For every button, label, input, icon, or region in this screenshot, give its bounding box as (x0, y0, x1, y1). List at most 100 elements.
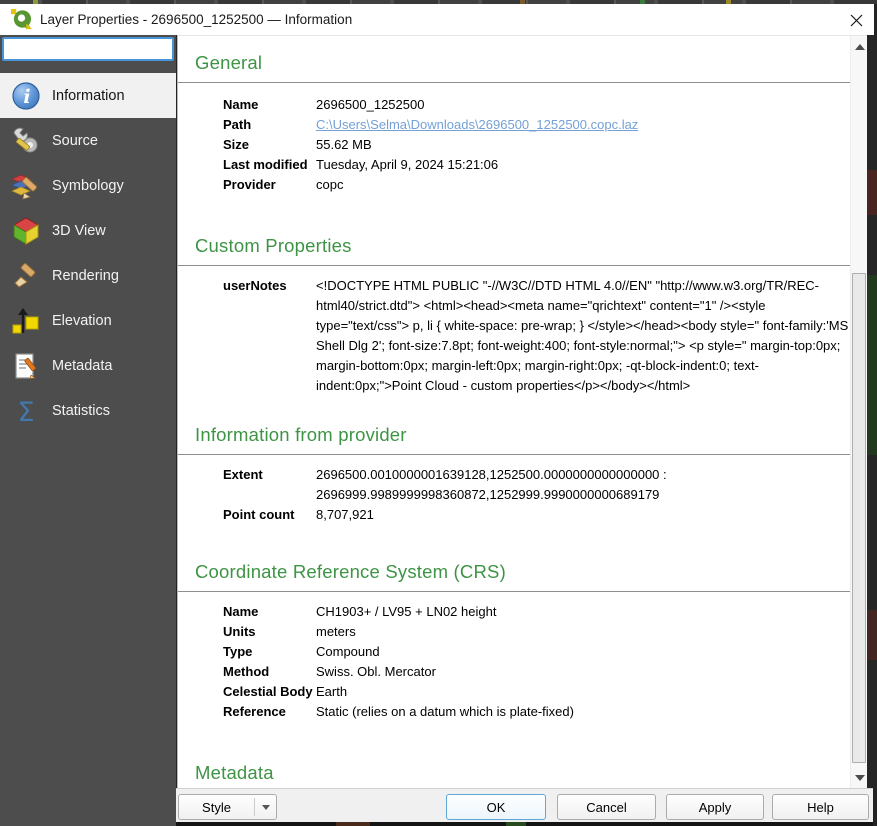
qgis-logo-icon (10, 8, 33, 31)
table-row: Extent 2696500.0010000001639128,1252500.… (223, 465, 849, 505)
sidebar-item-label: Source (52, 133, 98, 149)
svg-text:Σ: Σ (17, 397, 34, 426)
chevron-down-icon (262, 805, 270, 810)
table-row: Units meters (223, 622, 849, 642)
row-value: Earth (316, 682, 849, 702)
scroll-up-button[interactable] (851, 38, 867, 55)
sidebar-item-elevation[interactable]: Elevation (0, 298, 176, 343)
general-table: Name 2696500_1252500 Path C:\Users\Selma… (195, 95, 849, 195)
statistics-icon: Σ (11, 396, 41, 426)
section-title-provider-info: Information from provider (195, 422, 849, 447)
information-panel: General Name 2696500_1252500 Path C:\Use… (177, 35, 867, 788)
row-value: copc (316, 175, 849, 195)
sidebar-item-symbology[interactable]: Symbology (0, 163, 176, 208)
row-value: Tuesday, April 9, 2024 15:21:06 (316, 155, 849, 175)
sidebar-item-label: Elevation (52, 313, 112, 329)
section-divider (178, 591, 867, 592)
style-dropdown-arrow[interactable] (255, 805, 276, 810)
background-app-right-sliver (867, 35, 877, 790)
row-value: Compound (316, 642, 849, 662)
scroll-down-button[interactable] (851, 769, 867, 786)
row-label: userNotes (223, 276, 316, 396)
table-row: Method Swiss. Obl. Mercator (223, 662, 849, 682)
extent-value: 2696500.0010000001639128,1252500.0000000… (316, 465, 849, 505)
search-input[interactable] (17, 41, 172, 57)
sidebar-item-source[interactable]: Source (0, 118, 176, 163)
table-row: Reference Static (relies on a datum whic… (223, 702, 849, 722)
style-dropdown-button[interactable]: Style (178, 794, 277, 820)
source-icon (11, 126, 41, 156)
section-title-general: General (195, 50, 849, 75)
section-divider (178, 454, 867, 455)
sidebar-item-metadata[interactable]: Metadata (0, 343, 176, 388)
section-divider (178, 265, 867, 266)
ok-button[interactable]: OK (446, 794, 546, 820)
table-row: Last modified Tuesday, April 9, 2024 15:… (223, 155, 849, 175)
search-icon (9, 42, 10, 56)
symbology-icon (11, 171, 41, 201)
table-row: Point count 8,707,921 (223, 505, 849, 525)
metadata-icon (11, 351, 41, 381)
3d-view-icon (11, 216, 41, 246)
row-label: Type (223, 642, 316, 662)
row-label: Provider (223, 175, 316, 195)
sidebar-nav: i Information Source Symbology (0, 73, 176, 433)
dialog-button-bar: Style OK Cancel Apply Help (176, 788, 873, 822)
background-speck (336, 822, 370, 826)
row-label: Last modified (223, 155, 316, 175)
row-label: Celestial Body (223, 682, 316, 702)
row-value: 55.62 MB (316, 135, 849, 155)
apply-button[interactable]: Apply (666, 794, 764, 820)
scrollbar-thumb[interactable] (852, 273, 866, 763)
table-row: Celestial Body Earth (223, 682, 849, 702)
vertical-scrollbar[interactable] (850, 36, 867, 788)
section-title-metadata: Metadata (195, 760, 849, 785)
row-label: Units (223, 622, 316, 642)
row-value: 2696500_1252500 (316, 95, 849, 115)
sidebar-item-rendering[interactable]: Rendering (0, 253, 176, 298)
dialog-title: Layer Properties - 2696500_1252500 — Inf… (40, 4, 352, 35)
row-value: Swiss. Obl. Mercator (316, 662, 849, 682)
sidebar-item-label: 3D View (52, 223, 106, 239)
sidebar-item-information[interactable]: i Information (0, 73, 176, 118)
table-row: Name 2696500_1252500 (223, 95, 849, 115)
section-divider (178, 82, 867, 83)
table-row: Path C:\Users\Selma\Downloads\2696500_12… (223, 115, 849, 135)
scroll-up-icon (855, 44, 865, 50)
sidebar-search-box[interactable] (2, 37, 174, 61)
row-value: Static (relies on a datum which is plate… (316, 702, 849, 722)
sidebar-item-3d-view[interactable]: 3D View (0, 208, 176, 253)
sidebar-item-label: Information (52, 88, 125, 104)
row-value: 8,707,921 (316, 505, 849, 525)
sidebar-item-label: Metadata (52, 358, 112, 374)
table-row: Type Compound (223, 642, 849, 662)
row-label: Extent (223, 465, 316, 505)
user-notes-value: <!DOCTYPE HTML PUBLIC "-//W3C//DTD HTML … (316, 276, 849, 396)
close-button[interactable] (845, 9, 867, 31)
elevation-icon (11, 306, 41, 336)
sidebar-item-statistics[interactable]: Σ Statistics (0, 388, 176, 433)
row-label: Point count (223, 505, 316, 525)
table-row: Provider copc (223, 175, 849, 195)
table-row: userNotes <!DOCTYPE HTML PUBLIC "-//W3C/… (223, 276, 849, 396)
row-label: Name (223, 602, 316, 622)
svg-text:i: i (23, 86, 30, 108)
row-label: Method (223, 662, 316, 682)
sidebar-item-label: Symbology (52, 178, 124, 194)
cancel-button[interactable]: Cancel (557, 794, 656, 820)
file-path-link[interactable]: C:\Users\Selma\Downloads\2696500_1252500… (316, 117, 638, 132)
background-speck (506, 822, 526, 826)
background-speck (867, 610, 877, 660)
help-button[interactable]: Help (772, 794, 869, 820)
rendering-icon (11, 261, 41, 291)
row-value: CH1903+ / LV95 + LN02 height (316, 602, 849, 622)
row-value: meters (316, 622, 849, 642)
crs-table: Name CH1903+ / LV95 + LN02 height Units … (195, 602, 849, 722)
section-title-custom-properties: Custom Properties (195, 233, 849, 258)
close-icon (850, 14, 863, 27)
row-label: Path (223, 115, 316, 135)
sidebar: i Information Source Symbology (0, 35, 176, 826)
background-app-bottom-sliver (176, 822, 873, 826)
information-icon: i (11, 81, 41, 111)
table-row: Size 55.62 MB (223, 135, 849, 155)
